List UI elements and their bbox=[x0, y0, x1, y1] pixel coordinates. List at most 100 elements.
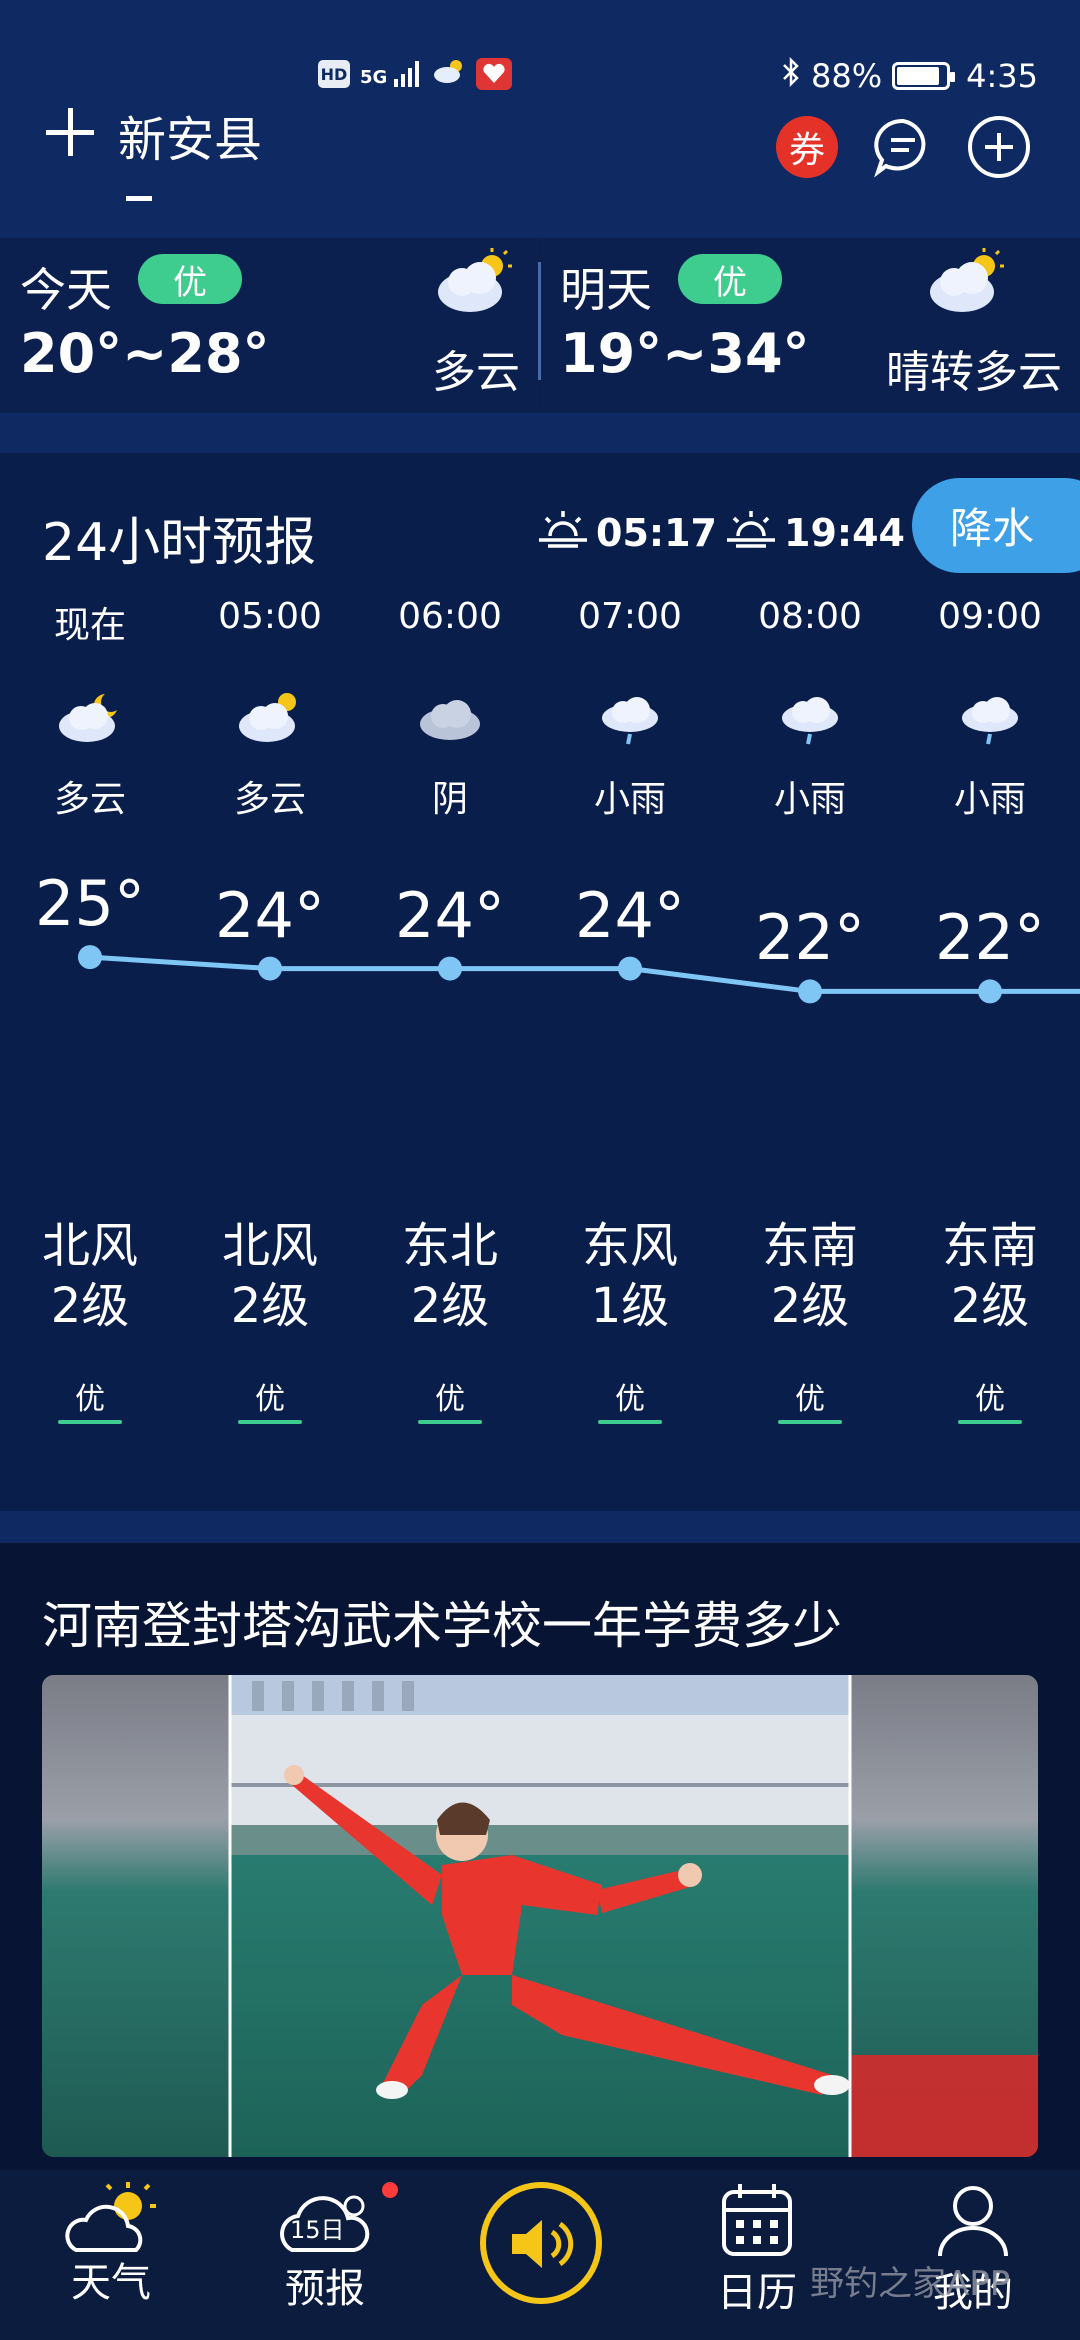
battery-percent: 88% bbox=[811, 57, 883, 95]
hourly-weather-label: 多云 bbox=[53, 779, 126, 820]
message-icon[interactable] bbox=[872, 116, 934, 178]
hourly-aqi: 优 bbox=[795, 1382, 825, 1417]
sunrise-time: 05:17 bbox=[596, 510, 717, 555]
hourly-wind-dir: 东南 bbox=[761, 1218, 858, 1274]
news-title[interactable]: 河南登封塔沟武术学校一年学费多少 bbox=[42, 1586, 842, 1658]
precipitation-button[interactable]: 降水 bbox=[912, 478, 1080, 573]
status-bar-right: 88% 4:35 bbox=[781, 56, 1038, 96]
bluetooth-icon bbox=[781, 56, 801, 96]
forecast-15day-label: 15日 bbox=[290, 2216, 345, 2244]
hourly-aqi: 优 bbox=[435, 1382, 465, 1417]
sunset-icon bbox=[724, 508, 778, 557]
temperature-point bbox=[618, 956, 642, 981]
today-temp: 20°~28° bbox=[20, 322, 270, 385]
section-gap bbox=[0, 413, 1080, 453]
hourly-wind-level: 2级 bbox=[230, 1278, 310, 1334]
hourly-wind-level: 2级 bbox=[50, 1278, 130, 1334]
hourly-aqi-underline bbox=[598, 1420, 662, 1424]
hourly-wind-dir: 东北 bbox=[401, 1218, 498, 1274]
today-aqi-badge: 优 bbox=[138, 254, 242, 304]
sunset-info: 19:44 bbox=[724, 508, 905, 557]
sunrise-info: 05:17 bbox=[536, 508, 717, 557]
hourly-weather-label: 小雨 bbox=[773, 779, 846, 820]
hourly-aqi: 优 bbox=[75, 1382, 105, 1417]
partly-cloudy-day-icon bbox=[432, 246, 516, 320]
add-icon[interactable] bbox=[968, 116, 1030, 178]
hourly-title: 24小时预报 bbox=[42, 513, 317, 573]
hourly-aqi-underline bbox=[238, 1420, 302, 1424]
hourly-wind-dir: 东南 bbox=[941, 1218, 1038, 1274]
hourly-aqi-underline bbox=[778, 1420, 842, 1424]
hourly-weather-label: 阴 bbox=[431, 779, 468, 820]
hourly-wind-dir: 东风 bbox=[581, 1218, 678, 1274]
hourly-wind-level: 1级 bbox=[590, 1278, 670, 1334]
notification-dot bbox=[382, 2182, 398, 2198]
tomorrow-label: 明天 bbox=[560, 263, 652, 317]
temperature-point bbox=[978, 979, 1002, 1004]
profile-icon bbox=[898, 2180, 1048, 2264]
hourly-wind-level: 2级 bbox=[770, 1278, 850, 1334]
hourly-wind-level: 2级 bbox=[410, 1278, 490, 1334]
hourly-time: 现在 bbox=[53, 605, 126, 646]
watermark: 野钓之家APP bbox=[810, 2264, 1011, 2304]
city-name[interactable]: 新安县 bbox=[118, 100, 262, 170]
today-condition: 多云 bbox=[432, 347, 520, 398]
temperature-line bbox=[89, 954, 1080, 994]
battery-icon bbox=[892, 62, 956, 90]
temperature-line-chart bbox=[78, 945, 1080, 1004]
hourly-time: 05:00 bbox=[218, 596, 322, 637]
day-divider bbox=[538, 262, 541, 380]
signal-icon: 5G bbox=[360, 61, 422, 87]
speaker-icon bbox=[508, 2214, 578, 2278]
hourly-aqi-underline bbox=[58, 1420, 122, 1424]
location-indicator bbox=[126, 196, 152, 201]
partly-cloudy-day-icon bbox=[180, 688, 360, 748]
hourly-aqi-underline bbox=[958, 1420, 1022, 1424]
calendar-icon bbox=[682, 2180, 832, 2264]
hourly-aqi-underline bbox=[418, 1420, 482, 1424]
app-notify-icon bbox=[475, 58, 512, 90]
temperature-point bbox=[438, 956, 462, 981]
partly-cloudy-night-icon bbox=[0, 688, 180, 748]
today-label: 今天 bbox=[20, 263, 112, 317]
weather-notify-icon bbox=[432, 58, 466, 90]
hourly-wind-dir: 北风 bbox=[41, 1218, 138, 1274]
hourly-time: 06:00 bbox=[398, 596, 502, 637]
hd-icon: HD bbox=[318, 60, 350, 88]
sunrise-icon bbox=[536, 508, 590, 557]
temperature-point bbox=[798, 979, 822, 1004]
nav-forecast[interactable]: 15日 预报 bbox=[250, 2180, 400, 2314]
hourly-time: 07:00 bbox=[578, 596, 682, 637]
temperature-point bbox=[258, 956, 282, 981]
hourly-aqi: 优 bbox=[975, 1382, 1005, 1417]
add-city-icon[interactable] bbox=[46, 108, 94, 156]
partly-cloudy-day-icon bbox=[924, 246, 1008, 320]
forecast-15day-icon: 15日 bbox=[250, 2180, 400, 2260]
hourly-wind-level: 2级 bbox=[950, 1278, 1030, 1334]
status-time: 4:35 bbox=[966, 57, 1038, 95]
hourly-weather-label: 多云 bbox=[233, 779, 306, 820]
coupon-button[interactable]: 券 bbox=[776, 116, 838, 178]
tomorrow-condition: 晴转多云 bbox=[886, 347, 1062, 398]
battery-fill bbox=[897, 67, 940, 85]
hourly-time: 08:00 bbox=[758, 596, 862, 637]
tomorrow-temp: 19°~34° bbox=[560, 322, 810, 385]
light-rain-icon bbox=[900, 688, 1080, 752]
signal-label: 5G bbox=[360, 67, 388, 88]
news-image[interactable] bbox=[42, 1675, 1038, 2157]
light-rain-icon bbox=[540, 688, 720, 752]
tomorrow-aqi-badge: 优 bbox=[678, 254, 782, 304]
status-bar-left: HD 5G bbox=[318, 58, 512, 90]
nav-forecast-label: 预报 bbox=[285, 2266, 365, 2312]
hourly-weather-label: 小雨 bbox=[593, 779, 666, 820]
overcast-icon bbox=[360, 688, 540, 748]
section-gap-2 bbox=[0, 1511, 1080, 1543]
speaker-button[interactable] bbox=[480, 2182, 602, 2304]
hourly-aqi: 优 bbox=[615, 1382, 645, 1417]
nav-weather[interactable]: 天气 bbox=[36, 2180, 186, 2308]
sunset-time: 19:44 bbox=[784, 510, 905, 555]
light-rain-icon bbox=[720, 688, 900, 752]
hourly-wind-dir: 北风 bbox=[221, 1218, 318, 1274]
temperature-point bbox=[78, 945, 102, 970]
hourly-time: 09:00 bbox=[938, 596, 1042, 637]
